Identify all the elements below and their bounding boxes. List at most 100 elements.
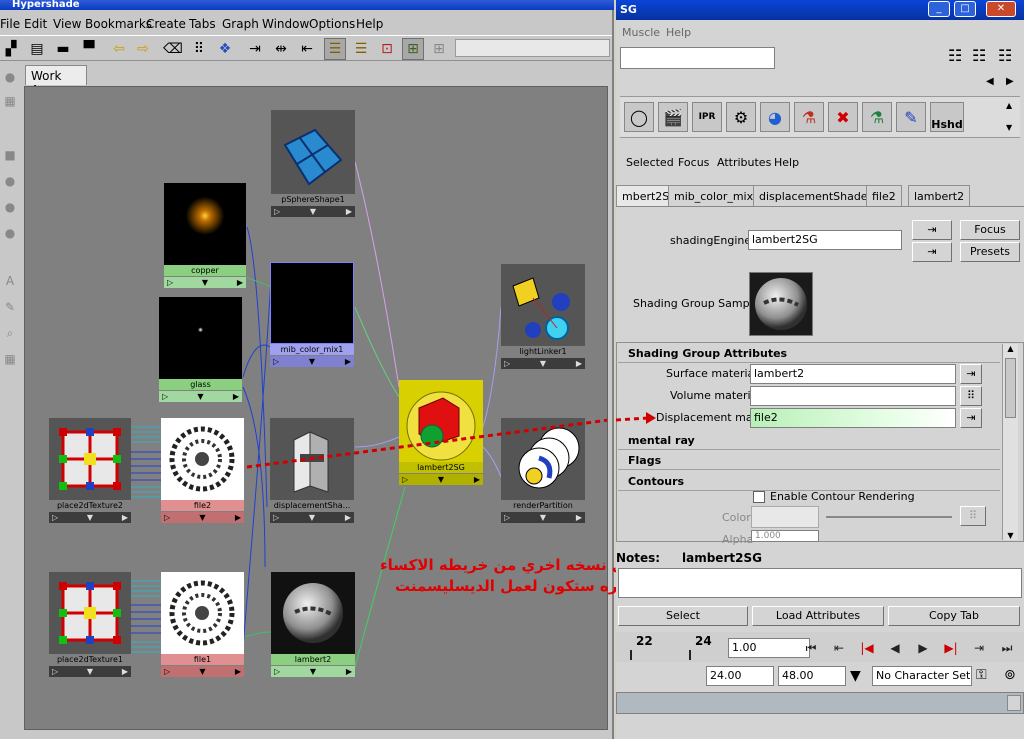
hypershade-icon[interactable]: Hshd: [930, 102, 964, 132]
rearrange-icon[interactable]: ⠿: [188, 38, 210, 60]
top-only-icon[interactable]: ▀: [78, 38, 100, 60]
menu-selected[interactable]: Selected: [626, 156, 674, 169]
map-button-icon[interactable]: ⇥: [960, 408, 982, 428]
range-max-field[interactable]: 48.00: [778, 666, 846, 686]
menu-bookmarks[interactable]: Bookmarks: [85, 17, 152, 31]
key-icon[interactable]: ⚿: [976, 667, 987, 683]
section-flags[interactable]: Flags: [618, 452, 1000, 470]
paint-icon[interactable]: ✎: [896, 102, 926, 132]
copy-tab-button[interactable]: Copy Tab: [888, 606, 1020, 626]
chevron-left-icon[interactable]: ◀: [986, 76, 994, 87]
scroll-down-icon[interactable]: ▼: [1003, 531, 1018, 540]
menu-edit[interactable]: Edit: [24, 17, 47, 31]
output-connections-icon[interactable]: ⇤: [296, 38, 318, 60]
displacement-mat-field[interactable]: file2: [750, 408, 956, 428]
node-renderpartition[interactable]: renderPartition ▷ ▼ ▶: [501, 418, 585, 526]
brush-icon[interactable]: ✎: [2, 300, 18, 316]
step-forward-icon[interactable]: ⇥: [966, 637, 992, 659]
show-textures-icon[interactable]: ⊞: [428, 38, 450, 60]
chevron-down-icon[interactable]: ▼: [850, 668, 861, 684]
prefs-icon[interactable]: ⊚: [1004, 667, 1016, 683]
menu-options[interactable]: Options: [309, 17, 355, 31]
sphere-icon[interactable]: ●: [2, 70, 18, 86]
scrollbar[interactable]: ▲ ▼: [1002, 344, 1018, 540]
list-icon[interactable]: ☷: [998, 46, 1012, 65]
notes-textarea[interactable]: [618, 568, 1022, 598]
in-out-connections-icon[interactable]: ⇹: [270, 38, 292, 60]
sphere-icon[interactable]: ●: [2, 174, 18, 190]
node-psphereshape1[interactable]: pSphereShape1 ▷ ▼ ▶: [271, 110, 355, 220]
shading-engine-field[interactable]: lambert2SG: [748, 230, 902, 250]
scroll-up-icon[interactable]: ▲: [1003, 344, 1018, 353]
map-button-icon[interactable]: ⠿: [960, 506, 986, 526]
map-button-icon[interactable]: ⇥: [960, 364, 982, 384]
node-lambert2sg[interactable]: lambert2SG ▷ ▼ ▶: [399, 380, 483, 490]
menu-help[interactable]: Help: [666, 26, 691, 39]
node-glass[interactable]: glass ▷ ▼ ▶: [159, 297, 242, 407]
tab-lambert2[interactable]: lambert2: [908, 185, 971, 206]
scroll-thumb[interactable]: [1005, 358, 1016, 418]
play-forward-icon[interactable]: ▶: [910, 637, 936, 659]
list-icon[interactable]: ☷: [972, 46, 986, 65]
graph-layout-icon[interactable]: ▞: [0, 38, 22, 60]
menu-create[interactable]: Create: [146, 17, 186, 31]
sphere-icon[interactable]: ●: [2, 200, 18, 216]
sphere-outline-icon[interactable]: ◯: [624, 102, 654, 132]
menu-view[interactable]: View: [53, 17, 81, 31]
menu-focus[interactable]: Focus: [678, 156, 709, 169]
top-tabs-icon[interactable]: ▤: [26, 38, 48, 60]
menu-help[interactable]: Help: [774, 156, 799, 169]
alpha-field[interactable]: 1.000: [751, 530, 819, 542]
node-lightlinker1[interactable]: lightLinker1 ▷ ▼ ▶: [501, 264, 585, 374]
focus-button[interactable]: Focus: [960, 220, 1020, 240]
menu-tabs[interactable]: Tabs: [189, 17, 216, 31]
step-back-icon[interactable]: ⇤: [826, 637, 852, 659]
zoom-icon[interactable]: ⌕: [2, 326, 18, 342]
render-view-icon[interactable]: ◕: [760, 102, 790, 132]
grid-icon[interactable]: ▦: [2, 352, 18, 368]
scroll-up-icon[interactable]: ▲: [1006, 101, 1012, 110]
clear-graph-icon[interactable]: ☰: [324, 38, 346, 60]
list-icon[interactable]: ☷: [948, 46, 962, 65]
show-materials-icon[interactable]: ⊞: [402, 38, 424, 60]
scroll-down-icon[interactable]: ▼: [1006, 123, 1012, 132]
text-icon[interactable]: A: [2, 274, 18, 290]
load-attributes-button[interactable]: Load Attributes: [752, 606, 884, 626]
range-end-field[interactable]: 24.00: [706, 666, 774, 686]
select-button[interactable]: Select: [618, 606, 748, 626]
grid-icon[interactable]: ▦: [2, 94, 18, 110]
presets-button[interactable]: Presets: [960, 242, 1020, 262]
character-set-field[interactable]: No Character Set: [872, 666, 972, 686]
filter-field[interactable]: [455, 39, 610, 57]
node-place2dtexture2[interactable]: place2dTexture2 ▷ ▼ ▶: [49, 418, 131, 526]
command-field[interactable]: [620, 47, 775, 69]
forward-arrow-icon[interactable]: ⇨: [132, 38, 154, 60]
go-to-start-icon[interactable]: ⏮: [798, 637, 824, 659]
cancel-render-icon[interactable]: ✖: [828, 102, 858, 132]
tab-file2[interactable]: file2: [866, 185, 902, 206]
remove-from-graph-icon[interactable]: ⊡: [376, 38, 398, 60]
node-file2[interactable]: file2 ▷ ▼ ▶: [161, 418, 244, 526]
node-file1[interactable]: file1 ▷ ▼ ▶: [161, 572, 244, 680]
presets-arrow-icon[interactable]: ⇥: [912, 242, 952, 262]
menu-window[interactable]: Window: [262, 17, 309, 31]
node-copper[interactable]: copper ▷ ▼ ▶: [164, 183, 246, 293]
node-displacementshader1[interactable]: displacementSha... ▷ ▼ ▶: [270, 418, 354, 526]
bottom-tab-icon[interactable]: ▬: [52, 38, 74, 60]
render-icon[interactable]: ⚗: [794, 102, 824, 132]
back-arrow-icon[interactable]: ⇦: [108, 38, 130, 60]
work-area[interactable]: pSphereShape1 ▷ ▼ ▶ copper ▷ ▼ ▶ mib_color_m…: [24, 86, 608, 730]
tab-mib-color-mix1[interactable]: mib_color_mix1: [668, 185, 767, 206]
step-back-key-icon[interactable]: |◀: [854, 637, 880, 659]
clapper-icon[interactable]: 🎬: [658, 102, 688, 132]
section-shading-group-attributes[interactable]: Shading Group Attributes: [618, 345, 1000, 363]
surface-material-field[interactable]: lambert2: [750, 364, 956, 384]
focus-arrow-icon[interactable]: ⇥: [912, 220, 952, 240]
render-settings-icon[interactable]: ⚙: [726, 102, 756, 132]
batch-render-icon[interactable]: ⚗: [862, 102, 892, 132]
tab-work-area[interactable]: Work Area: [25, 65, 87, 97]
node-mib-color-mix1[interactable]: mib_color_mix1 ▷ ▼ ▶: [270, 262, 354, 372]
graph-icon[interactable]: ❖: [214, 38, 236, 60]
node-lambert2[interactable]: lambert2 ▷ ▼ ▶: [271, 572, 355, 680]
script-editor-icon[interactable]: [1007, 695, 1021, 711]
